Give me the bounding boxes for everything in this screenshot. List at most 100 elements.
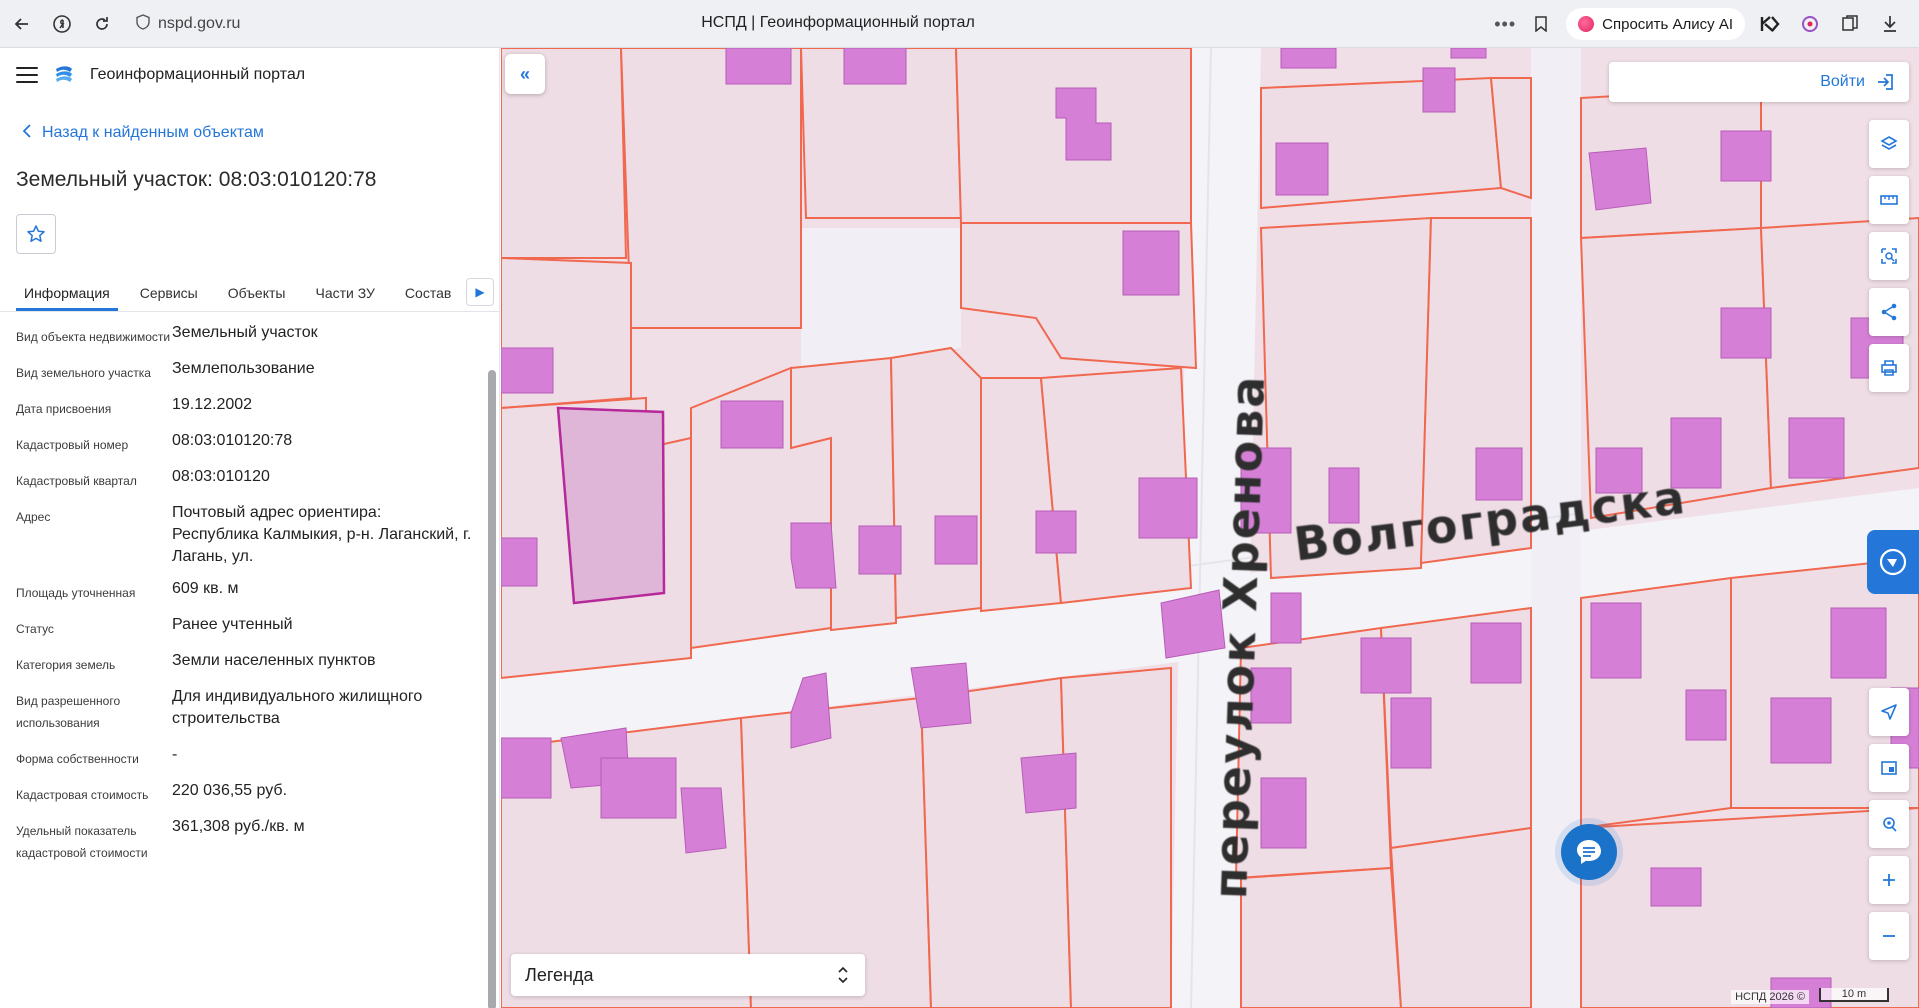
parcel: [1059, 666, 1172, 1008]
share-icon: [1881, 303, 1897, 321]
property-row: Удельный показатель кадастровой стоимост…: [16, 816, 499, 864]
tab-information[interactable]: Информация: [16, 285, 118, 311]
login-icon: [1878, 74, 1893, 90]
measure-button[interactable]: [1869, 176, 1909, 224]
panel-scrollbar[interactable]: [488, 358, 496, 1008]
tabs-scroll-right-button[interactable]: ▶: [466, 278, 494, 306]
chat-icon: [1577, 840, 1601, 864]
zoom-in-button[interactable]: [1869, 856, 1909, 904]
chevron-left-icon: [22, 123, 32, 143]
page-title: НСПД | Геоинформационный портал: [701, 14, 975, 31]
more-icon[interactable]: •••: [1494, 14, 1516, 35]
property-row: Форма собственности -: [16, 744, 499, 770]
scroll-thumb[interactable]: [488, 370, 496, 1008]
building: [1788, 417, 1845, 479]
building: [1588, 147, 1652, 211]
address-bar[interactable]: nspd.gov.ru: [136, 8, 240, 40]
property-value: 609 кв. м: [172, 580, 239, 597]
star-icon: [27, 225, 45, 242]
favorite-button[interactable]: [16, 214, 56, 254]
building: [843, 48, 907, 85]
parcel: [1389, 826, 1532, 1008]
property-row: Кадастровый номер 08:03:010120:78: [16, 430, 499, 456]
legend-dropdown[interactable]: Легенда: [511, 954, 865, 996]
selected-parcel[interactable]: [556, 406, 666, 605]
print-icon: [1881, 360, 1897, 376]
locate-icon: [1883, 817, 1897, 832]
login-label: Войти: [1820, 73, 1865, 90]
tab-services[interactable]: Сервисы: [132, 285, 206, 311]
property-label: Кадастровый квартал: [16, 474, 137, 488]
tab-objects[interactable]: Объекты: [220, 285, 294, 311]
building: [1260, 777, 1307, 849]
building: [600, 757, 677, 819]
back-arrow-icon[interactable]: [4, 6, 40, 42]
building: [1138, 477, 1198, 539]
download-icon[interactable]: [1875, 9, 1905, 39]
property-value: 19.12.2002: [172, 396, 253, 413]
zoom-out-button[interactable]: [1869, 912, 1909, 960]
property-row: Вид земельного участка Землепользование: [16, 358, 499, 384]
menu-icon[interactable]: [16, 67, 38, 83]
legend-label: Легенда: [525, 964, 594, 985]
parcel: [619, 48, 802, 329]
bookmark-icon[interactable]: [1526, 9, 1556, 39]
map-view[interactable]: Волгоградска переулок Хренова « Войти Ле…: [501, 48, 1919, 1008]
feedback-tab[interactable]: [1867, 530, 1919, 594]
road-gap: [801, 228, 961, 368]
back-link-label: Назад к найденным объектам: [42, 124, 264, 141]
minimap-button[interactable]: [1869, 744, 1909, 792]
alice-icon: [1578, 16, 1595, 32]
property-label: Кадастровый номер: [16, 438, 129, 452]
property-value: 220 036,55 руб.: [172, 782, 288, 799]
property-row: Вид разрешенного использования Для индиви…: [16, 686, 499, 734]
building: [1020, 752, 1077, 814]
navigate-button[interactable]: [1869, 688, 1909, 736]
tab-land-parts[interactable]: Части ЗУ: [307, 285, 382, 311]
locate-button[interactable]: [1869, 800, 1909, 848]
property-row: Адрес Почтовый адрес ориентира: Республик…: [16, 502, 499, 568]
property-label: Кадастровая стоимость: [16, 788, 149, 802]
building: [1720, 130, 1772, 182]
property-value: Почтовый адрес ориентира: Республика Кал…: [172, 504, 472, 565]
property-label: Площадь уточненная: [16, 586, 136, 600]
property-row: Площадь уточненная 609 кв. м: [16, 578, 499, 604]
building: [720, 400, 784, 449]
back-to-results-link[interactable]: Назад к найденным объектам: [0, 102, 499, 146]
building: [1122, 230, 1180, 296]
extension-flower-icon[interactable]: [1795, 9, 1825, 39]
collapse-panel-button[interactable]: «: [505, 54, 545, 94]
building: [1470, 622, 1522, 684]
property-row: Кадастровый квартал 08:03:010120: [16, 466, 499, 492]
building: [858, 525, 902, 575]
building: [1390, 697, 1432, 769]
building: [1450, 48, 1487, 59]
layers-icon: [1880, 136, 1898, 150]
object-title: Земельный участок: 08:03:010120:78: [16, 168, 377, 191]
building: [1650, 867, 1702, 907]
reload-icon[interactable]: [84, 6, 120, 42]
navigate-icon: [1881, 704, 1897, 720]
yandex-icon[interactable]: [44, 6, 80, 42]
copyright-text: НСПД 2026 ©: [1731, 990, 1809, 1004]
building: [1720, 307, 1772, 359]
extension-k-icon[interactable]: [1755, 9, 1785, 39]
chat-button[interactable]: [1561, 824, 1617, 880]
building: [501, 537, 538, 587]
property-value: Земли населенных пунктов: [172, 652, 376, 669]
minimap-icon: [1881, 761, 1897, 775]
tab-composition[interactable]: Состав: [397, 285, 459, 311]
property-row: Статус Ранее учтенный: [16, 614, 499, 640]
collections-icon[interactable]: [1835, 9, 1865, 39]
ruler-icon: [1880, 195, 1898, 205]
login-button[interactable]: Войти: [1609, 62, 1909, 102]
print-button[interactable]: [1869, 344, 1909, 392]
zoom-in-icon: [1883, 874, 1895, 886]
share-button[interactable]: [1869, 288, 1909, 336]
building: [725, 48, 792, 85]
building: [1275, 142, 1329, 196]
layers-button[interactable]: [1869, 120, 1909, 168]
alice-button[interactable]: Спросить Алису AI: [1566, 8, 1745, 40]
building: [1035, 510, 1077, 554]
select-area-button[interactable]: [1869, 232, 1909, 280]
